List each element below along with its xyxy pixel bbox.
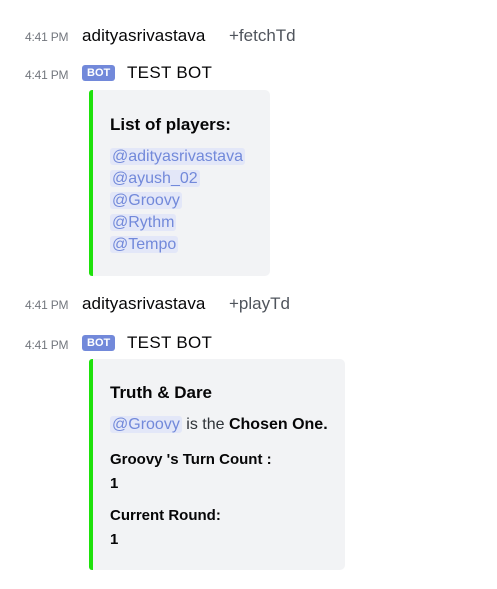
message-timestamp[interactable]: 4:41 PM [25,30,68,44]
user-mention[interactable]: @Rythm [110,214,177,231]
message-user-play: 4:41 PM adityasrivastava +playTd [0,293,497,317]
description-bold: Chosen One. [228,416,328,433]
message-content: +playTd [229,294,290,313]
user-mention[interactable]: @Tempo [110,236,179,253]
bot-badge: BOT [82,65,116,81]
embed-title: List of players: [110,115,231,134]
message-author[interactable]: adityasrivastava [82,294,206,314]
list-item: @Groovy [110,190,245,212]
message-author[interactable]: TEST BOT [127,63,212,83]
list-item: @adityasrivastava [110,146,245,168]
user-mention[interactable]: @Groovy [110,416,182,433]
list-item: @Tempo [110,234,245,256]
embed-truth-dare: Truth & Dare @Groovy is the Chosen One. … [89,359,345,570]
message-timestamp[interactable]: 4:41 PM [25,298,68,312]
player-list: @adityasrivastava @ayush_02 @Groovy @Ryt… [110,146,245,256]
user-mention[interactable]: @Groovy [110,192,182,209]
list-item: @Rythm [110,212,245,234]
embed-title: Truth & Dare [110,383,213,402]
message-bot-truth-dare: 4:41 PM BOT TEST BOT [0,333,497,357]
message-timestamp[interactable]: 4:41 PM [25,68,68,82]
message-timestamp[interactable]: 4:41 PM [25,338,68,352]
field-name-current-round: Current Round: [110,507,221,524]
embed-description: @Groovy is the Chosen One. [110,416,328,434]
embed-players: List of players: @adityasrivastava @ayus… [89,90,270,276]
user-mention[interactable]: @ayush_02 [110,170,200,187]
bot-badge: BOT [82,335,116,351]
user-mention[interactable]: @adityasrivastava [110,148,245,165]
message-bot-players: 4:41 PM BOT TEST BOT [0,63,497,87]
message-author[interactable]: adityasrivastava [82,26,206,46]
list-item: @ayush_02 [110,168,245,190]
field-name-turn-count: Groovy 's Turn Count : [110,451,272,468]
description-text: is the [186,416,225,433]
field-value-turn-count: 1 [110,475,119,492]
message-user-fetch: 4:41 PM adityasrivastava +fetchTd [0,25,497,49]
message-content: +fetchTd [229,26,296,45]
field-value-current-round: 1 [110,531,119,548]
message-author[interactable]: TEST BOT [127,333,212,353]
